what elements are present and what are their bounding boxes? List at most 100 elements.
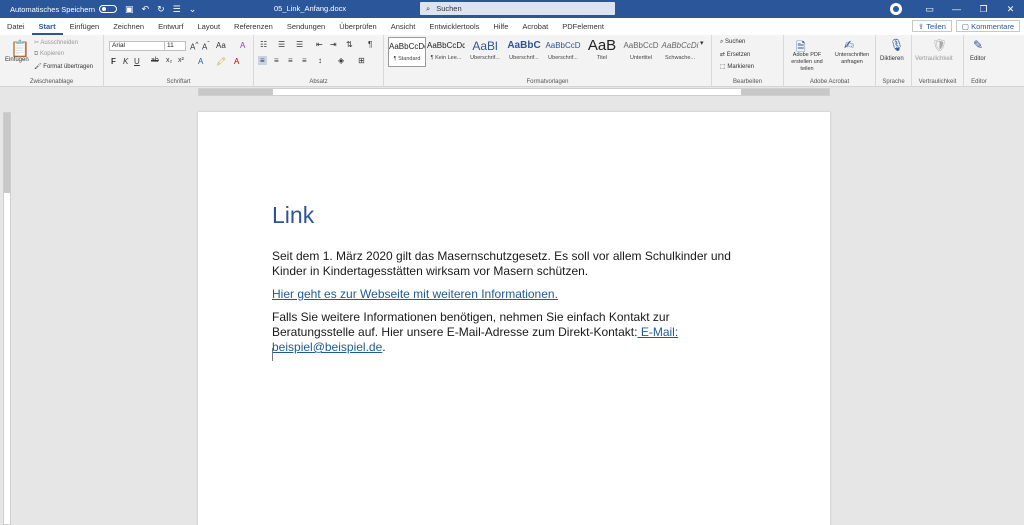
- highlight-icon[interactable]: 🖍: [216, 57, 226, 66]
- font-color-icon[interactable]: A: [234, 57, 239, 66]
- undo-icon[interactable]: ↶: [142, 4, 150, 14]
- sensitivity-button[interactable]: Vertraulichkeit: [915, 56, 953, 62]
- title-bar: Automatisches Speichern ▣ ↶ ↻ ☰ ⌄ 05_Lin…: [0, 0, 1024, 18]
- line-spacing-icon[interactable]: ↕: [318, 56, 322, 65]
- tab-zeichnen[interactable]: Zeichnen: [106, 18, 151, 35]
- paragraph-group-label: Absatz: [309, 79, 328, 85]
- style-subtitle[interactable]: AaBbCcD Untertitel: [622, 37, 660, 67]
- editor-button[interactable]: Editor: [970, 56, 986, 62]
- underline-icon[interactable]: U: [134, 57, 140, 66]
- horizontal-ruler[interactable]: [198, 88, 830, 96]
- select-button[interactable]: ⬚ Markieren: [720, 63, 754, 70]
- tab-sendungen[interactable]: Sendungen: [280, 18, 332, 35]
- text-effects-icon[interactable]: A: [198, 57, 203, 66]
- cut-button[interactable]: ✂ Ausschneiden: [34, 39, 78, 46]
- borders-icon[interactable]: ⊞: [358, 56, 365, 65]
- find-button[interactable]: ⌕ Suchen: [720, 39, 745, 46]
- subscript-icon[interactable]: x₂: [166, 57, 172, 64]
- save-icon[interactable]: ▣: [125, 4, 134, 14]
- style-preview: AaB: [587, 37, 617, 54]
- show-marks-icon[interactable]: ¶: [368, 40, 372, 49]
- microphone-icon[interactable]: 🎙: [889, 38, 904, 52]
- replace-button[interactable]: ⇄ Ersetzen: [720, 51, 750, 58]
- change-case-icon[interactable]: Aa: [216, 41, 226, 50]
- tab-hilfe[interactable]: Hilfe: [486, 18, 515, 35]
- align-right-icon[interactable]: ≡: [288, 56, 293, 65]
- style-no-spacing[interactable]: AaBbCcDd ¶ Kein Lee...: [427, 37, 465, 67]
- autosave[interactable]: Automatisches Speichern: [10, 5, 118, 14]
- format-painter-button[interactable]: 🖌 Format übertragen: [34, 63, 93, 70]
- sensitivity-icon[interactable]: 🛡: [932, 38, 947, 52]
- customize-icon[interactable]: ⌄: [189, 4, 197, 14]
- multilevel-list-icon[interactable]: ☰: [296, 40, 303, 49]
- document-page[interactable]: Link Seit dem 1. März 2020 gilt das Mase…: [198, 112, 830, 525]
- clear-format-icon[interactable]: A: [240, 41, 245, 50]
- style-heading-3[interactable]: AaBbCcD Überschrif...: [544, 37, 582, 67]
- style-heading-1[interactable]: AaBl Überschrif...: [466, 37, 504, 67]
- strikethrough-icon[interactable]: ab: [151, 57, 159, 64]
- bold-icon[interactable]: F: [111, 57, 116, 66]
- paste-icon[interactable]: 📋: [10, 39, 30, 59]
- document-title[interactable]: 05_Link_Anfang.docx: [274, 4, 346, 13]
- website-link[interactable]: Hier geht es zur Webseite mit weiteren I…: [272, 287, 558, 301]
- style-subtle-emphasis[interactable]: AaBbCcDi Schwache...: [661, 37, 699, 67]
- bullets-list-icon[interactable]: ☷: [260, 40, 267, 49]
- ruler-top-margin: [4, 113, 10, 193]
- tab-entwicklertools[interactable]: Entwicklertools: [422, 18, 486, 35]
- tab-datei[interactable]: Datei: [0, 18, 32, 35]
- tab-einfuegen[interactable]: Einfügen: [63, 18, 107, 35]
- search-icon: ⌕: [426, 3, 431, 13]
- numbering-icon[interactable]: ☰: [278, 40, 285, 49]
- font-name-dropdown[interactable]: Arial: [109, 41, 167, 51]
- decrease-indent-icon[interactable]: ⇤: [316, 40, 323, 49]
- ribbon-options-icon[interactable]: ▭: [916, 4, 943, 15]
- request-sign-icon[interactable]: ✍: [844, 38, 854, 52]
- style-name: Überschrif...: [509, 55, 539, 61]
- document-heading[interactable]: Link: [272, 202, 314, 229]
- editor-icon[interactable]: ✎: [973, 38, 983, 52]
- font-group-label: Schriftart: [166, 79, 191, 85]
- justify-icon[interactable]: ≡: [302, 56, 307, 65]
- align-left-icon[interactable]: ≡: [258, 56, 267, 65]
- align-center-icon[interactable]: ≡: [274, 56, 279, 65]
- paragraph-3[interactable]: Falls Sie weitere Informationen benötige…: [272, 310, 752, 355]
- search-box[interactable]: ⌕ Suchen: [420, 2, 615, 15]
- avatar[interactable]: [890, 3, 902, 15]
- copy-button[interactable]: ⧉ Kopieren: [34, 51, 64, 58]
- tab-layout[interactable]: Layout: [191, 18, 228, 35]
- vertical-ruler[interactable]: [3, 112, 11, 525]
- restore-icon[interactable]: ❐: [970, 4, 997, 15]
- create-pdf-button[interactable]: Adobe PDF erstellen und teilen: [785, 52, 829, 73]
- shrink-font-icon[interactable]: Aˇ: [202, 41, 210, 52]
- comments-button[interactable]: ▢ Kommentare: [955, 20, 1020, 32]
- sort-icon[interactable]: ⇅: [346, 40, 353, 49]
- tab-ansicht[interactable]: Ansicht: [384, 18, 423, 35]
- request-sign-button[interactable]: Unterschriften anfragen: [830, 52, 874, 66]
- style-standard[interactable]: AaBbCcDd ¶ Standard: [388, 37, 426, 67]
- paste-label[interactable]: Einfügen: [5, 57, 29, 63]
- superscript-icon[interactable]: x²: [178, 57, 184, 64]
- tab-ueberpruefen[interactable]: Überprüfen: [332, 18, 384, 35]
- redo-icon[interactable]: ↻: [157, 4, 165, 14]
- style-title[interactable]: AaB Titel: [583, 37, 621, 67]
- minimize-icon[interactable]: —: [943, 4, 970, 14]
- style-heading-2[interactable]: AaBbC Überschrif...: [505, 37, 543, 67]
- tab-acrobat[interactable]: Acrobat: [515, 18, 555, 35]
- close-icon[interactable]: ✕: [997, 4, 1024, 15]
- styles-more-icon[interactable]: ▾: [700, 39, 704, 47]
- italic-icon[interactable]: K: [123, 57, 128, 66]
- tab-pdfelement[interactable]: PDFelement: [555, 18, 611, 35]
- tab-referenzen[interactable]: Referenzen: [227, 18, 280, 35]
- grow-font-icon[interactable]: A^: [190, 41, 198, 52]
- dictate-button[interactable]: Diktieren: [880, 56, 904, 62]
- font-size-dropdown[interactable]: 11: [164, 41, 186, 51]
- paragraph-1[interactable]: Seit dem 1. März 2020 gilt das Masernsch…: [272, 249, 752, 279]
- group-styles: AaBbCcDd ¶ Standard AaBbCcDd ¶ Kein Lee.…: [384, 35, 712, 87]
- bullets-icon[interactable]: ☰: [173, 4, 181, 14]
- shading-icon[interactable]: ◈: [338, 56, 344, 65]
- tab-start[interactable]: Start: [31, 18, 63, 35]
- autosave-toggle[interactable]: [99, 5, 118, 13]
- tab-entwurf[interactable]: Entwurf: [151, 18, 190, 35]
- share-button[interactable]: ⇪ Teilen: [912, 20, 952, 32]
- increase-indent-icon[interactable]: ⇥: [330, 40, 337, 49]
